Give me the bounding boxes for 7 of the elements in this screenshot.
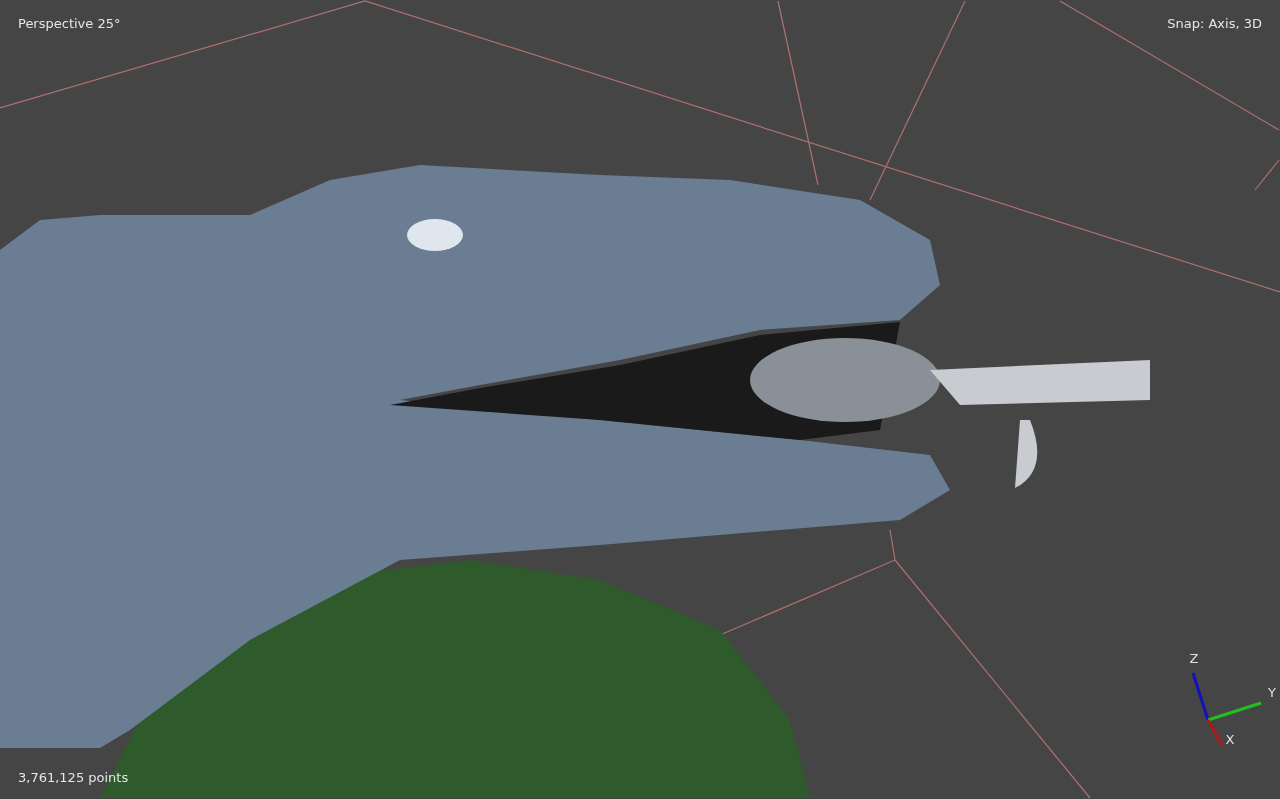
projection-label: Perspective 25° bbox=[18, 16, 121, 31]
3d-viewport[interactable]: Z Y X Perspective 25° Snap: Axis, 3D 3,761,125 points bbox=[0, 0, 1280, 799]
snap-label: Snap: Axis, 3D bbox=[1167, 16, 1262, 31]
point-count: 3,761,125 points bbox=[18, 770, 129, 785]
axis-label: Y bbox=[1268, 685, 1276, 700]
axis-label: X bbox=[1225, 732, 1235, 747]
axis-label: Z bbox=[1189, 651, 1199, 666]
